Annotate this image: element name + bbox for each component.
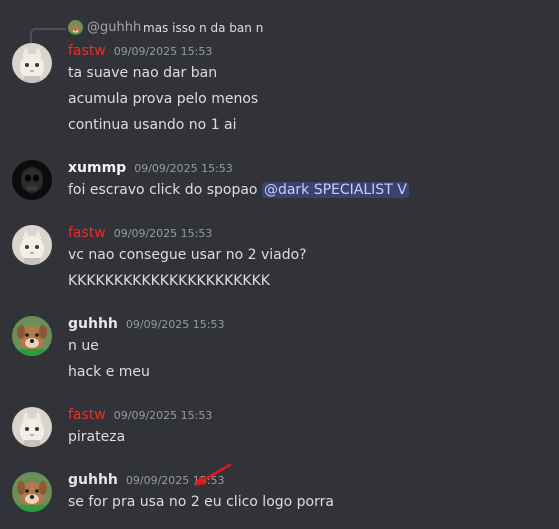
cat-avatar-icon: [12, 43, 52, 83]
message-text: vc nao consegue usar no 2 viado?: [68, 247, 307, 263]
username[interactable]: guhhh: [68, 472, 118, 488]
timestamp: 09/09/2025 15:53: [125, 318, 225, 331]
message-text: acumula prova pelo menos: [68, 91, 259, 107]
dog-avatar-icon: [12, 316, 52, 356]
timestamp: 09/09/2025 15:53: [134, 162, 233, 175]
message-header: guhhh 09/09/2025 15:53: [68, 316, 225, 336]
message-header: fastw 09/09/2025 15:53: [68, 225, 212, 245]
username[interactable]: fastw: [68, 407, 106, 423]
cat-avatar-icon: [12, 407, 52, 447]
user-mention[interactable]: @dark SPECIALIST V: [261, 182, 409, 198]
message-header: fastw 09/09/2025 15:53: [68, 43, 212, 63]
timestamp: 09/09/2025 15:53: [113, 409, 213, 422]
message-text: se for pra usa no 2 eu clico logo porra: [68, 494, 334, 510]
cat-avatar-icon: [12, 225, 52, 265]
dog-avatar-icon: [12, 472, 52, 512]
message-text: ta suave nao dar ban: [68, 65, 218, 81]
message-text: n ue: [68, 338, 99, 354]
timestamp: 09/09/2025 15:53: [113, 45, 213, 58]
guhhh-avatar[interactable]: [12, 316, 52, 356]
fastw-avatar[interactable]: [12, 225, 52, 265]
message-header: xummp 09/09/2025 15:53: [68, 160, 233, 180]
xummp-avatar[interactable]: [12, 160, 52, 200]
red-arrow-icon: [194, 463, 232, 486]
username[interactable]: fastw: [68, 225, 106, 241]
message-text-segment: foi escravo click do spopao: [68, 182, 262, 198]
message-text: hack e meu: [68, 364, 150, 380]
message-text: KKKKKKKKKKKKKKKKKKKKKK: [68, 273, 270, 289]
reply-username[interactable]: @guhhh: [87, 20, 141, 35]
reply-text[interactable]: mas isso n da ban n: [143, 21, 263, 35]
guhhh-avatar[interactable]: [12, 472, 52, 512]
message-header: fastw 09/09/2025 15:53: [68, 407, 212, 427]
timestamp: 09/09/2025 15:53: [113, 227, 213, 240]
username[interactable]: guhhh: [68, 316, 118, 332]
dark-skull-avatar-icon: [12, 160, 52, 200]
fastw-avatar[interactable]: [12, 43, 52, 83]
message-text: pirateza: [68, 429, 126, 445]
username[interactable]: xummp: [68, 160, 126, 176]
username[interactable]: fastw: [68, 43, 106, 59]
message-text: continua usando no 1 ai: [68, 117, 237, 133]
message-text: foi escravo click do spopao @dark SPECIA…: [68, 182, 409, 198]
dog-avatar-icon: [68, 20, 83, 35]
fastw-avatar[interactable]: [12, 407, 52, 447]
